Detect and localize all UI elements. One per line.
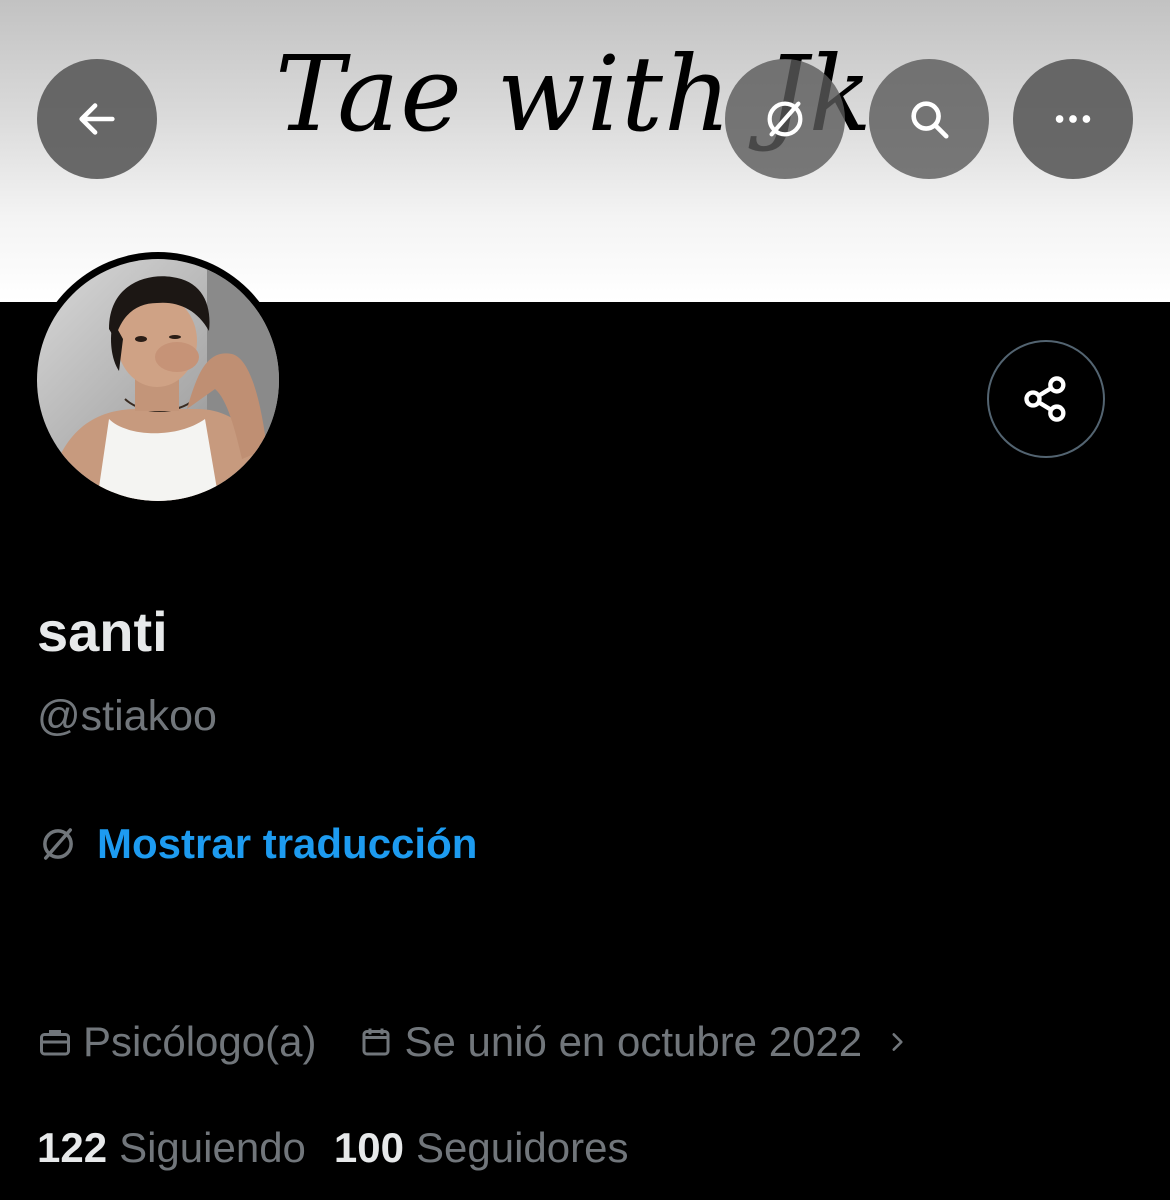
joined-item[interactable]: Se unió en octubre 2022: [358, 1018, 920, 1066]
more-options-button[interactable]: [1013, 59, 1133, 179]
show-translation-link[interactable]: Mostrar traducción: [97, 823, 477, 865]
profession-item: Psicólogo(a): [37, 1018, 316, 1066]
briefcase-icon: [40, 1030, 70, 1056]
followers-label: Seguidores: [415, 1124, 629, 1171]
arrow-left-icon: [79, 103, 115, 135]
translate-icon: [767, 101, 803, 137]
following-count: 122: [37, 1124, 108, 1171]
following-stat[interactable]: 122 Siguiendo: [37, 1124, 306, 1172]
display-name: santi: [37, 600, 168, 663]
following-label: Siguiendo: [119, 1124, 306, 1171]
profile-meta: Psicólogo(a) Se unió en octubre 2022: [37, 1016, 920, 1068]
share-profile-button[interactable]: [987, 340, 1105, 458]
translate-icon: [43, 828, 73, 860]
user-handle: @stiakoo: [37, 692, 217, 740]
search-icon: [911, 101, 949, 139]
followers-count: 100: [333, 1124, 404, 1171]
search-button[interactable]: [869, 59, 989, 179]
back-button[interactable]: [37, 59, 157, 179]
joined-text: Se unió en octubre 2022: [404, 1018, 863, 1065]
more-horizontal-icon: [1055, 115, 1091, 123]
avatar[interactable]: [37, 259, 279, 501]
translate-bio-row[interactable]: Mostrar traducción: [37, 818, 477, 870]
followers-stat[interactable]: 100 Seguidores: [334, 1124, 629, 1172]
translate-button[interactable]: [725, 59, 845, 179]
chevron-right-icon: [884, 1029, 920, 1055]
calendar-icon: [362, 1028, 390, 1056]
share-icon: [1024, 376, 1066, 422]
follow-stats: 122 Siguiendo 100 Seguidores: [37, 1122, 628, 1174]
profession-text: Psicólogo(a): [83, 1018, 317, 1065]
